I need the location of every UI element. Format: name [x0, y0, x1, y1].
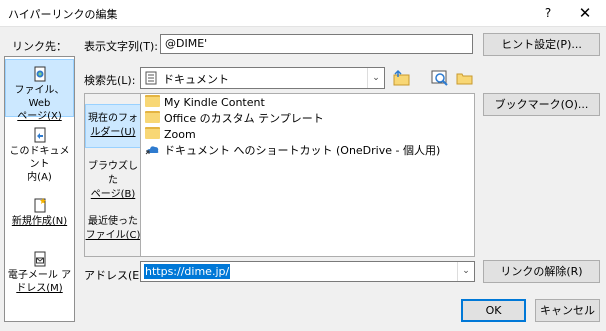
document-icon [34, 127, 45, 143]
up-one-folder-button[interactable] [392, 68, 412, 88]
close-button[interactable]: ✕ [570, 2, 600, 24]
chevron-down-icon[interactable]: ⌄ [367, 68, 384, 88]
search-in-value: ドキュメント [163, 73, 229, 86]
link-target-label: リンク先： [12, 40, 67, 53]
link-target-new-document-line1: 新規作成(N) [11, 216, 68, 227]
link-target-file-web[interactable]: ファイル、Web ページ(X) [5, 59, 74, 122]
link-target-new-document[interactable]: 新規作成(N) [5, 193, 74, 243]
bookmark-button[interactable]: ブックマーク(O)... [483, 93, 600, 116]
file-list[interactable]: My Kindle Content Office のカスタム テンプレート Zo… [140, 93, 475, 257]
link-target-file-web-line2: ページ(X) [17, 111, 62, 122]
address-label: アドレス(E): [84, 269, 148, 282]
search-in-label: 検索先(L): [84, 74, 136, 87]
browse-web-button[interactable] [430, 68, 450, 88]
cancel-button[interactable]: キャンセル [535, 299, 600, 322]
link-target-bar: ファイル、Web ページ(X) このドキュメント 内(A) 新規作成(N) 電子… [4, 56, 75, 322]
link-target-this-document[interactable]: このドキュメント 内(A) [5, 123, 74, 183]
help-button[interactable]: ? [534, 2, 562, 24]
file-web-icon [34, 66, 45, 82]
link-target-this-document-line2: 内(A) [27, 172, 52, 183]
folder-icon [145, 95, 160, 107]
remove-link-button[interactable]: リンクの解除(R) [483, 260, 600, 283]
browse-file-button[interactable] [455, 68, 475, 88]
tab-recent-files[interactable]: 最近使った ファイル(C) [85, 215, 141, 251]
tab-current-folder-line2: ルダー(U) [90, 127, 136, 138]
list-item[interactable]: Office のカスタム テンプレート [145, 111, 324, 127]
link-target-file-web-line1: ファイル、Web [14, 85, 65, 109]
tab-browsed-pages-line1: ブラウズした [88, 161, 138, 186]
tab-browsed-pages-line2: ページ(B) [90, 189, 136, 200]
link-target-email[interactable]: 電子メール ア ドレス(M) [5, 247, 74, 307]
address-input[interactable]: https://dime.jp/ ⌄ [140, 261, 475, 282]
link-target-email-line2: ドレス(M) [16, 283, 63, 294]
screen-tip-button[interactable]: ヒント設定(P)... [483, 33, 600, 56]
file-name: ドキュメント へのショートカット (OneDrive - 個人用) [164, 144, 441, 157]
folder-icon [145, 127, 160, 139]
tab-current-folder-line1: 現在のフォ [88, 113, 138, 124]
list-item[interactable]: My Kindle Content [145, 95, 265, 111]
tab-browsed-pages[interactable]: ブラウズした ページ(B) [85, 160, 141, 200]
folder-icon [145, 111, 160, 123]
tab-current-folder[interactable]: 現在のフォ ルダー(U) [85, 104, 141, 148]
tab-recent-files-line2: ファイル(C) [85, 230, 141, 241]
address-value: https://dime.jp/ [144, 264, 231, 279]
file-name: Zoom [164, 128, 196, 141]
display-text-input[interactable]: @DIME' [160, 34, 473, 54]
browse-tabs: 現在のフォ ルダー(U) ブラウズした ページ(B) 最近使った ファイル(C) [84, 93, 141, 257]
link-target-email-line1: 電子メール ア [7, 270, 72, 281]
chevron-down-icon[interactable]: ⌄ [457, 262, 474, 281]
folder-up-icon [393, 69, 410, 86]
onedrive-shortcut-icon [145, 143, 160, 155]
open-folder-icon [456, 73, 473, 85]
list-item[interactable]: ドキュメント へのショートカット (OneDrive - 個人用) [145, 143, 440, 159]
new-document-icon [34, 198, 46, 213]
tab-recent-files-line1: 最近使った [88, 216, 138, 227]
list-item[interactable]: Zoom [145, 127, 196, 143]
documents-folder-icon [145, 71, 157, 85]
file-name: My Kindle Content [164, 96, 265, 109]
link-target-this-document-line1: このドキュメント [9, 146, 70, 170]
web-search-icon [431, 70, 448, 86]
dialog-title: ハイパーリンクの編集 [8, 8, 118, 21]
email-icon [34, 251, 45, 267]
search-in-dropdown[interactable]: ドキュメント ⌄ [140, 67, 385, 89]
display-text-label: 表示文字列(T): [84, 40, 159, 53]
ok-button[interactable]: OK [461, 299, 526, 322]
file-name: Office のカスタム テンプレート [164, 112, 324, 125]
